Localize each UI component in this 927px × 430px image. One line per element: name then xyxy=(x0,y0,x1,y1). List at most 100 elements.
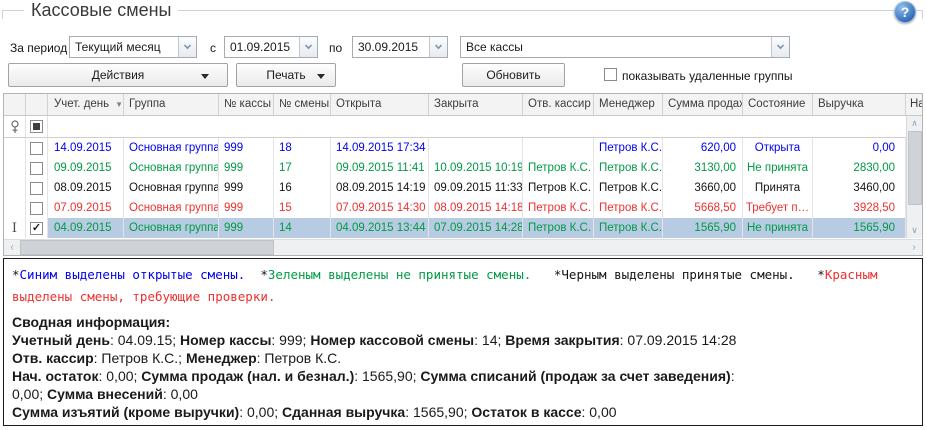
chevron-down-icon[interactable] xyxy=(771,37,789,57)
column-header-zakryta[interactable]: Закрыта xyxy=(429,94,523,115)
date-from-input[interactable]: 01.09.2015 xyxy=(224,36,318,58)
table-row[interactable]: I04.09.2015Основная группа9991404.09.201… xyxy=(4,218,906,238)
row-checkbox[interactable] xyxy=(30,202,43,215)
refresh-button[interactable]: Обновить xyxy=(462,63,565,87)
print-button[interactable]: Печать xyxy=(236,63,336,87)
table-row[interactable]: 09.09.2015Основная группа9991709.09.2015… xyxy=(4,158,906,178)
column-header-no-smeny[interactable]: № смены xyxy=(274,94,331,115)
row-checkbox[interactable] xyxy=(30,222,43,235)
chevron-down-icon[interactable] xyxy=(429,37,447,57)
cell: 08.09.2015 xyxy=(48,178,124,198)
summary-segment: : 0,00 xyxy=(581,404,616,420)
chevron-down-icon[interactable] xyxy=(299,37,317,57)
cell: 2830,00 xyxy=(813,158,906,178)
cell: 08.09.2015 14:18 xyxy=(429,198,523,218)
legend-segment: Черным выделены принятые смены. xyxy=(561,267,794,282)
table-row[interactable]: 14.09.2015Основная группа9991814.09.2015… xyxy=(4,138,906,158)
date-to-input[interactable]: 30.09.2015 xyxy=(352,36,448,58)
cell: 07.09.2015 xyxy=(48,198,124,218)
table-row[interactable]: 08.09.2015Основная группа9991608.09.2015… xyxy=(4,178,906,198)
vertical-scrollbar[interactable]: ∧ ∨ xyxy=(906,116,922,238)
chevron-down-icon[interactable] xyxy=(178,37,196,57)
summary-segment: : 0,00; xyxy=(98,368,141,384)
cell: 09.09.2015 11:41 xyxy=(331,158,429,178)
horizontal-scrollbar[interactable]: ‹ › xyxy=(4,239,922,255)
cell: 07.09.2015 14:28 xyxy=(429,218,523,238)
select-all-checkbox[interactable] xyxy=(30,120,43,133)
column-header-menedzher[interactable]: Менеджер xyxy=(594,94,663,115)
text-cursor-icon: I xyxy=(12,222,17,235)
summary-segment: : 04.09.15; xyxy=(110,332,180,348)
scroll-up-icon[interactable]: ∧ xyxy=(907,116,922,131)
refresh-button-label: Обновить xyxy=(486,68,540,82)
column-header-sostoyanie[interactable]: Состояние xyxy=(743,94,813,115)
cell: Открыта xyxy=(743,138,813,158)
summary-segment: : xyxy=(731,368,735,384)
cell: 0,00 xyxy=(813,138,906,158)
summary-segment: Сумма изъятий (кроме выручки) xyxy=(12,404,239,420)
column-header-nach-ostatok[interactable]: Нач. xyxy=(906,94,922,115)
row-checkbox[interactable] xyxy=(30,162,43,175)
column-header-no-kassy[interactable]: № кассы xyxy=(219,94,274,115)
show-deleted-checkbox[interactable] xyxy=(604,68,617,81)
legend-segment: выделены смены, требующие проверки. xyxy=(12,289,275,304)
cell: 17 xyxy=(274,158,331,178)
row-checkbox[interactable] xyxy=(30,142,43,155)
date-from-value: 01.09.2015 xyxy=(225,37,299,57)
summary-segment: Номер кассы xyxy=(180,332,271,348)
summary-segment: : 0,00; xyxy=(239,404,282,420)
shifts-table: Учет. день▼ Группа № кассы № смены Откры… xyxy=(3,93,923,256)
cell: 16 xyxy=(274,178,331,198)
summary-segment: : Петров К.С.; xyxy=(94,350,186,366)
cell xyxy=(429,138,523,158)
summary-segment: Нач. остаток xyxy=(12,368,98,384)
print-button-label: Печать xyxy=(266,68,305,82)
help-icon[interactable]: ? xyxy=(894,1,916,23)
cell: 14.09.2015 17:34 xyxy=(331,138,429,158)
summary-segment: Остаток в кассе xyxy=(471,404,581,420)
legend-segment: * xyxy=(245,267,268,282)
cell: Основная группа xyxy=(124,218,219,238)
to-label: по xyxy=(329,41,342,55)
filter-row-empty[interactable] xyxy=(48,116,906,137)
actions-button[interactable]: Действия xyxy=(8,63,228,87)
column-header-vyruchka[interactable]: Выручка xyxy=(813,94,906,115)
row-checkbox[interactable] xyxy=(30,182,43,195)
vertical-scrollbar-thumb[interactable] xyxy=(908,131,922,205)
cell: Петров К.С. xyxy=(523,218,594,238)
cell xyxy=(523,138,594,158)
cell: 09.09.2015 11:33 xyxy=(429,178,523,198)
summary-info: Сводная информация:Учетный день: 04.09.1… xyxy=(12,313,914,421)
column-header-otv-kassir[interactable]: Отв. кассир xyxy=(523,94,594,115)
header-indicator-cell xyxy=(4,94,26,115)
horizontal-scrollbar-thumb[interactable] xyxy=(20,240,274,255)
show-deleted-label: показывать удаленные группы xyxy=(622,69,792,83)
row-indicator: I xyxy=(4,218,26,238)
cell: Петров К.С. xyxy=(523,158,594,178)
cashdesk-select[interactable]: Все кассы xyxy=(460,36,790,58)
cell: 999 xyxy=(219,158,274,178)
column-header-otkryta[interactable]: Открыта xyxy=(331,94,429,115)
cell: 999 xyxy=(219,218,274,238)
summary-segment: : Петров К.С. xyxy=(257,350,342,366)
summary-segment: : 1565,90; xyxy=(405,404,471,420)
legend-segment: Красным xyxy=(825,267,878,282)
row-indicator xyxy=(4,138,26,158)
summary-line: Сумма изъятий (кроме выручки): 0,00; Сда… xyxy=(12,403,914,421)
column-header-uchet-den[interactable]: Учет. день▼ xyxy=(48,94,124,115)
scroll-left-icon[interactable]: ‹ xyxy=(4,242,20,253)
scroll-right-icon[interactable]: › xyxy=(906,242,922,253)
cell: Петров К.С. xyxy=(594,198,663,218)
scroll-down-icon[interactable]: ∨ xyxy=(907,223,922,238)
cell: Петров К.С. xyxy=(594,218,663,238)
cell: 10.09.2015 10:19 xyxy=(429,158,523,178)
legend-segment: * xyxy=(531,267,561,282)
cell: Петров К.С. xyxy=(594,158,663,178)
summary-segment: : 1565,90; xyxy=(354,368,420,384)
column-header-gruppa[interactable]: Группа xyxy=(124,94,219,115)
cell: Основная группа xyxy=(124,138,219,158)
table-row[interactable]: 07.09.2015Основная группа9991507.09.2015… xyxy=(4,198,906,218)
summary-segment: : 07.09.2015 14:28 xyxy=(620,332,737,348)
period-select[interactable]: Текущий месяц xyxy=(69,36,197,58)
column-header-summa-prodazh[interactable]: Сумма продаж xyxy=(663,94,743,115)
